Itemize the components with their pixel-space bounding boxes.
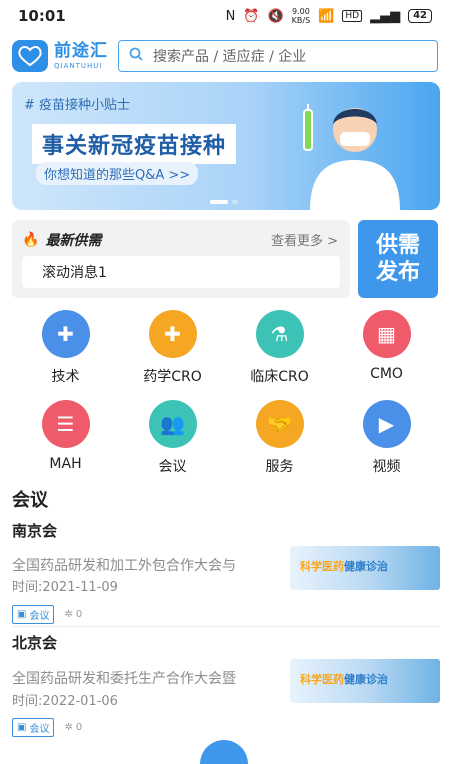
category-pharma-cro[interactable]: ✚ 药学CRO [119,310,226,390]
calendar-icon: ▣ [17,609,26,620]
banner-tag: # 疫苗接种小贴士 [24,94,130,113]
video-icon: ▶ [363,400,411,448]
meeting-title[interactable]: 全国药品研发和加工外包合作大会与 [12,555,276,575]
logo: 前途汇 QIANTUHUI [54,43,108,70]
views-icon: ✲ [64,609,72,620]
logo-en: QIANTUHUI [54,63,108,70]
meeting-tag: ▣会议 [12,605,54,624]
handshake-icon: 🤝 [256,400,304,448]
mute-icon: 🔇 [267,9,283,24]
thumbnail-text: 科学医药健康诊治 [300,558,388,574]
meeting-city: 北京会 [12,632,57,653]
category-label: 会议 [159,456,187,476]
publish-line1: 供需 [376,232,420,260]
bottom-nav-center-button[interactable] [200,740,248,764]
publish-line2: 发布 [376,259,420,287]
latest-supply-card: 🔥 最新供需 查看更多 > 滚动消息1 [12,220,350,298]
factory-icon: ▦ [363,310,411,358]
meeting-thumbnail[interactable]: 科学医药健康诊治 [290,546,440,590]
supply-header: 🔥 最新供需 [22,230,101,250]
meeting-meta: ▣会议 ✲0 [12,718,82,737]
flask-icon: ⚗ [256,310,304,358]
nfc-icon: N [226,9,236,24]
pager-dot [232,200,238,204]
pager-dot-active [210,200,228,204]
section-title-meetings: 会议 [12,486,48,512]
category-video[interactable]: ▶ 视频 [333,400,440,480]
meeting-time: 时间:2022-01-06 [12,690,118,709]
medkit-icon: ✚ [42,310,90,358]
wifi-icon: 📶 [318,9,334,24]
category-label: MAH [49,456,81,472]
status-time: 10:01 [18,7,66,25]
battery-indicator: 42 [408,9,432,23]
category-label: CMO [370,366,403,382]
search-input[interactable]: 搜索产品 / 适应症 / 企业 [118,40,438,72]
promo-banner[interactable]: # 疫苗接种小贴士 事关新冠疫苗接种 你想知道的那些Q&A >> [12,82,440,210]
logo-heart-icon [12,40,48,72]
people-icon: 👥 [149,400,197,448]
search-placeholder: 搜索产品 / 适应症 / 企业 [153,46,306,66]
meeting-time: 时间:2021-11-09 [12,576,118,595]
view-count: ✲0 [64,722,82,733]
status-bar: 10:01 N ⏰ 🔇 9.00 KB/S 📶 HD ▂▄▆ 42 [0,0,450,32]
category-label: 服务 [266,456,294,476]
document-icon: ☰ [42,400,90,448]
scrolling-message[interactable]: 滚动消息1 [22,256,340,288]
publish-supply-button[interactable]: 供需 发布 [358,220,438,298]
meeting-meta: ▣会议 ✲0 [12,605,82,624]
app-header: 前途汇 QIANTUHUI 搜索产品 / 适应症 / 企业 [12,38,438,74]
category-tech[interactable]: ✚ 技术 [12,310,119,390]
category-meeting[interactable]: 👥 会议 [119,400,226,480]
pharmacy-icon: ✚ [149,310,197,358]
view-count: ✲0 [64,609,82,620]
category-label: 临床CRO [250,366,309,386]
views-icon: ✲ [64,722,72,733]
hd-icon: HD [342,10,362,22]
thumbnail-text: 科学医药健康诊治 [300,671,388,687]
category-label: 视频 [373,456,401,476]
search-icon [129,47,143,65]
status-icons: N ⏰ 🔇 9.00 KB/S 📶 HD ▂▄▆ 42 [226,7,432,25]
banner-title: 事关新冠疫苗接种 [32,124,236,164]
category-grid: ✚ 技术 ✚ 药学CRO ⚗ 临床CRO ▦ CMO ☰ MAH 👥 会议 🤝 … [12,310,440,480]
meeting-city: 南京会 [12,520,57,541]
banner-subtitle: 你想知道的那些Q&A >> [36,162,198,185]
category-cmo[interactable]: ▦ CMO [333,310,440,390]
doctor-illustration-icon [290,90,420,210]
supply-title: 最新供需 [45,230,101,250]
logo-cn: 前途汇 [54,43,108,60]
meeting-title[interactable]: 全国药品研发和委托生产合作大会暨 [12,668,276,688]
net-speed: 9.00 KB/S [292,7,311,25]
divider [12,626,440,627]
alarm-icon: ⏰ [243,9,259,24]
banner-pager [210,200,238,204]
category-label: 技术 [52,366,80,386]
category-clinical-cro[interactable]: ⚗ 临床CRO [226,310,333,390]
meeting-tag: ▣会议 [12,718,54,737]
signal-icon: ▂▄▆ [370,9,400,24]
category-service[interactable]: 🤝 服务 [226,400,333,480]
view-more-link[interactable]: 查看更多 > [271,230,338,249]
calendar-icon: ▣ [17,722,26,733]
meeting-thumbnail[interactable]: 科学医药健康诊治 [290,659,440,703]
category-label: 药学CRO [143,366,202,386]
category-mah[interactable]: ☰ MAH [12,400,119,480]
fire-icon: 🔥 [22,232,39,248]
